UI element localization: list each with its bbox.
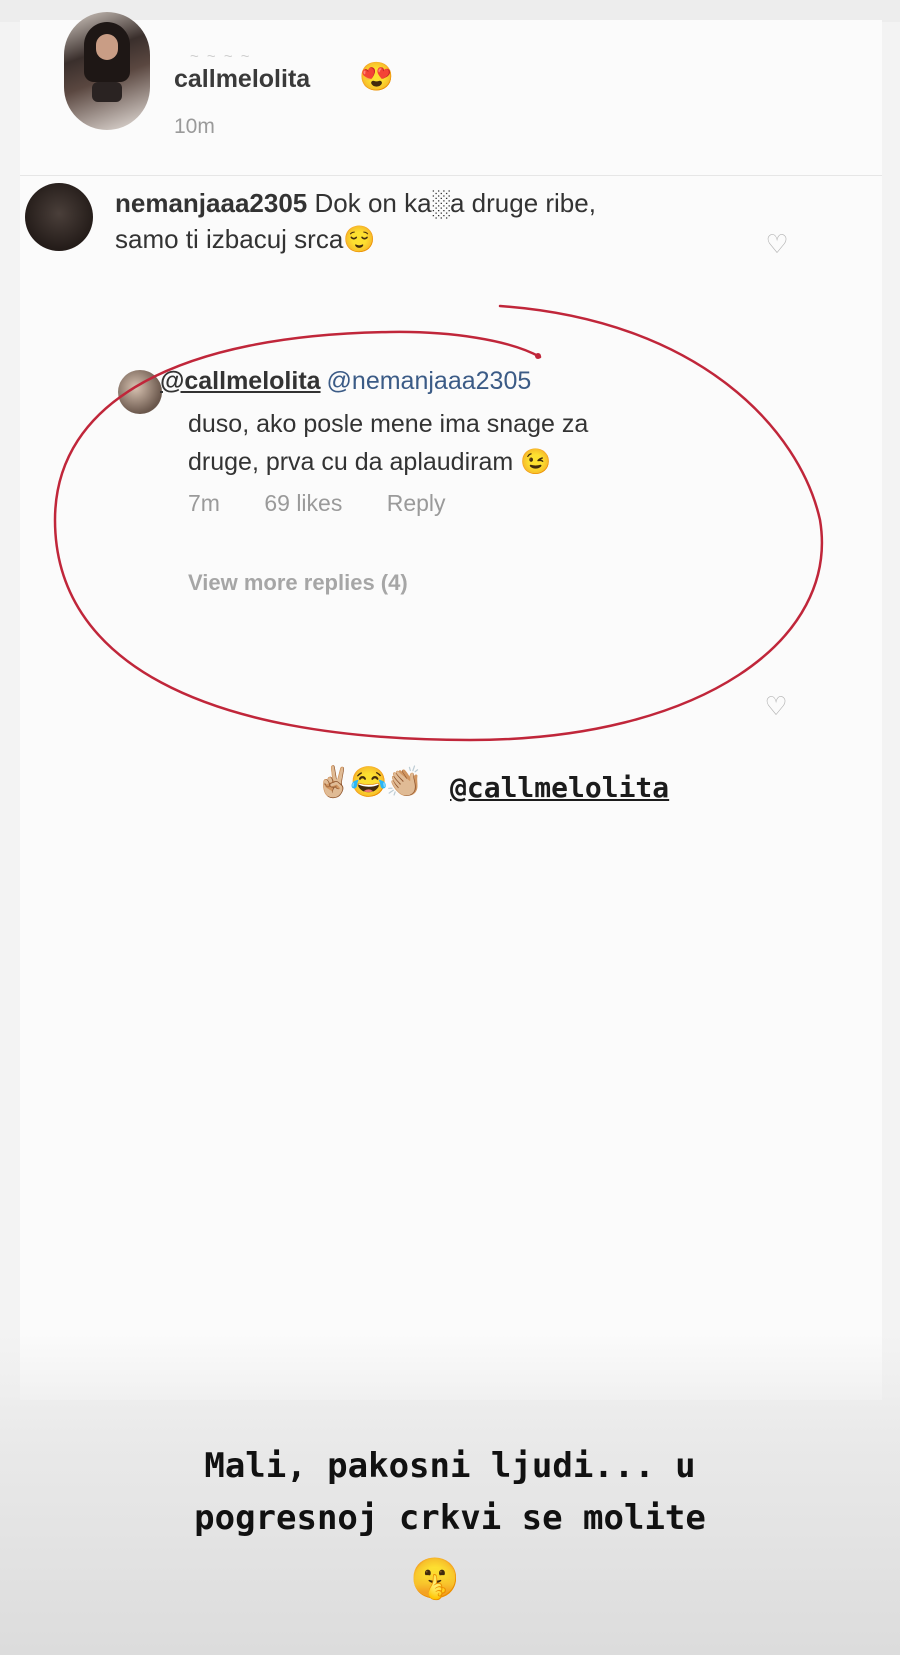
heart-outline-icon[interactable]: ♡ (763, 693, 789, 719)
reply-header: @callmelolita @nemanjaaa2305 (160, 367, 531, 396)
reply-text-line2: druge, prva cu da aplaudiram (188, 448, 514, 476)
header-divider (20, 175, 882, 176)
story-mention-link[interactable]: @callmelolita (450, 771, 669, 804)
avatar-outfit-shape (92, 82, 122, 102)
reply-likes-count[interactable]: 69 likes (264, 490, 342, 516)
comment-text-line2: samo ti izbacuj srca (115, 224, 344, 254)
reply-timestamp: 7m (188, 490, 220, 516)
post-author-avatar[interactable] (64, 12, 150, 130)
story-mention-sticker: ✌🏼😂👏🏼 @callmelolita (315, 765, 735, 815)
reply-author-avatar[interactable] (118, 370, 162, 414)
story-caption: Mali, pakosni ljudi... u pogresnoj crkvi… (40, 1440, 860, 1544)
heart-outline-icon[interactable]: ♡ (764, 231, 790, 257)
caption-line2: pogresnoj crkvi se molite (194, 1498, 706, 1538)
faded-handle-text: ~ ~ ~ ~ (190, 48, 252, 65)
avatar-face-shape (96, 34, 118, 60)
reply-button[interactable]: Reply (387, 490, 446, 516)
reply-text: duso, ako posle mene ima snage za druge,… (188, 405, 708, 481)
commenter-avatar[interactable] (25, 183, 93, 251)
reply-mention[interactable]: @nemanjaaa2305 (327, 367, 532, 395)
post-header: ~ ~ ~ ~ callmelolita 😍 10m (42, 12, 882, 180)
caption-line1: Mali, pakosni ljudi... u (204, 1446, 696, 1486)
post-author-username[interactable]: callmelolita (174, 65, 310, 94)
comment-text-line1: Dok on ka░a druge ribe, (314, 188, 596, 218)
peace-laugh-clap-emojis: ✌🏼😂👏🏼 (315, 766, 423, 799)
heart-eyes-emoji: 😍 (359, 61, 394, 92)
story-top-frame (0, 0, 900, 22)
commenter-username[interactable]: nemanjaaa2305 (115, 188, 307, 218)
view-more-replies-link[interactable]: View more replies (4) (188, 570, 408, 596)
reply-meta: 7m 69 likes Reply (188, 490, 484, 517)
comment-text: nemanjaaa2305 Dok on ka░a druge ribe, sa… (115, 185, 735, 257)
reply-author-username[interactable]: @callmelolita (160, 367, 321, 395)
shushing-emoji: 🤫 (410, 1557, 460, 1601)
post-timestamp: 10m (174, 115, 215, 138)
reply-text-line1: duso, ako posle mene ima snage za (188, 410, 589, 438)
relieved-emoji: 😌 (343, 224, 376, 254)
wink-emoji: 😉 (520, 448, 552, 476)
